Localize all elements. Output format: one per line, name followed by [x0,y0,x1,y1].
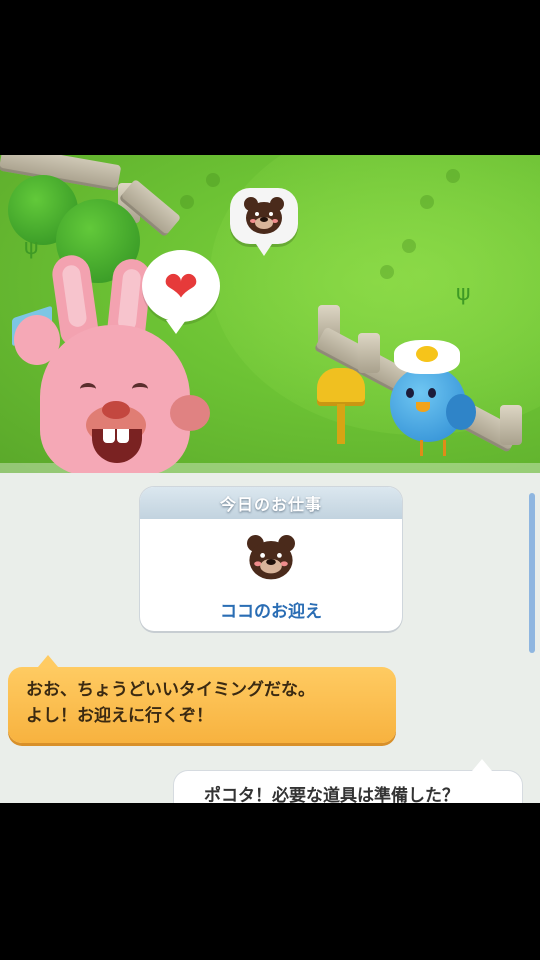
footprint [180,195,194,209]
mailbox-pole [337,404,345,444]
location-marker[interactable] [230,188,298,256]
task-name: ココのお迎え [220,602,322,622]
flower-center [416,346,438,362]
bird-wing [446,394,476,430]
mailbox[interactable] [317,368,367,444]
bear-head-icon [244,197,284,235]
dialogue-line: おお、ちょうどいいタイミングだな。 [26,680,315,700]
footprint [206,173,220,187]
rabbit-tooth [117,429,129,443]
footprint [402,239,416,253]
task-icon [247,535,295,583]
footprint [380,265,394,279]
mailbox-box [317,368,365,406]
dialogue-line: ポコタ！必要な道具は準備した？ [204,786,459,803]
todays-task-card[interactable]: 今日のお仕事 ココのお迎え [140,487,402,631]
rabbit-paw [170,395,210,431]
bird-eye [406,388,414,398]
footprint [446,169,460,183]
rabbit-nose [102,401,130,419]
rabbit-head [40,325,190,475]
rabbit-tooth [103,429,115,443]
bear-head-icon [247,535,295,581]
fence-post [500,405,522,445]
rabbit-eye [80,383,96,395]
blue-bird-character[interactable] [384,340,484,460]
footprint [420,195,434,209]
rabbit-paw [14,315,60,365]
bird-legs [420,440,446,456]
heart-icon: ❤ [163,261,199,311]
fence-post [358,333,380,373]
task-card-title: 今日のお仕事 [140,487,402,519]
rabbit-eye [132,383,148,395]
bird-beak [416,402,430,412]
heart-speech-bubble: ❤ [142,250,220,334]
dialogue-bubble-right[interactable]: ポコタ！必要な道具は準備した？ [174,759,522,803]
letterbox-bottom [0,803,540,960]
letterbox-top [0,0,540,155]
grass-tuft: ψ [456,281,471,306]
scrollbar-thumb[interactable] [529,493,535,653]
dialogue-line: よし！お迎えに行くぞ！ [26,706,213,726]
dialogue-bubble-left[interactable]: おお、ちょうどいいタイミングだな。 よし！お迎えに行くぞ！ [8,655,396,743]
bird-eye [428,388,436,398]
dialogue-panel[interactable]: 今日のお仕事 ココのお迎え おお、ちょうどいいタイミングだな。 よし！お迎えに行… [0,473,540,803]
